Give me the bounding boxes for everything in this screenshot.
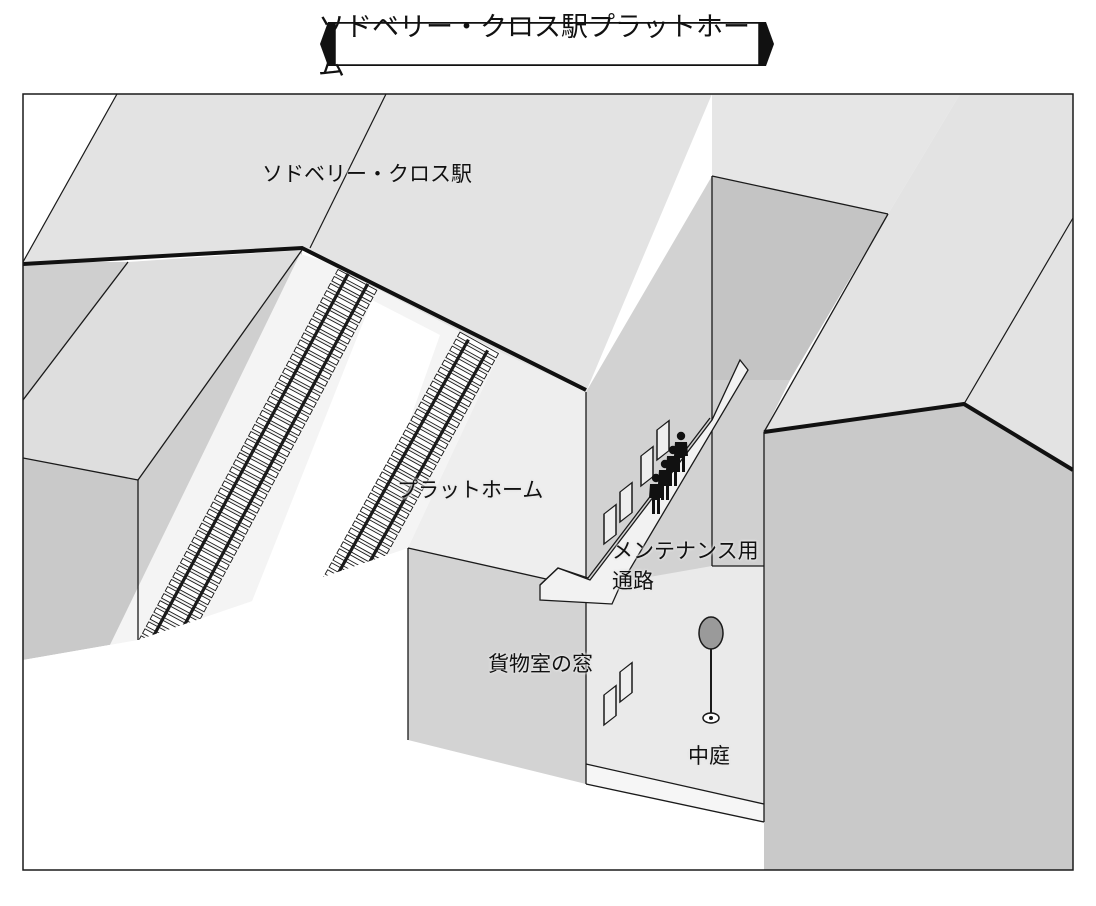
station-label: ソドベリー・クロス駅: [262, 162, 472, 186]
maintenance-label-1: メンテナンス用: [612, 539, 759, 563]
station-diagram: [22, 93, 1074, 871]
platform-label: プラットホーム: [397, 478, 544, 502]
right-building-wall: [764, 404, 1073, 870]
courtyard-label: 中庭: [688, 744, 730, 768]
cargo-window-label: 貨物室の窓: [488, 652, 593, 676]
maintenance-label-2: 通路: [612, 569, 654, 593]
